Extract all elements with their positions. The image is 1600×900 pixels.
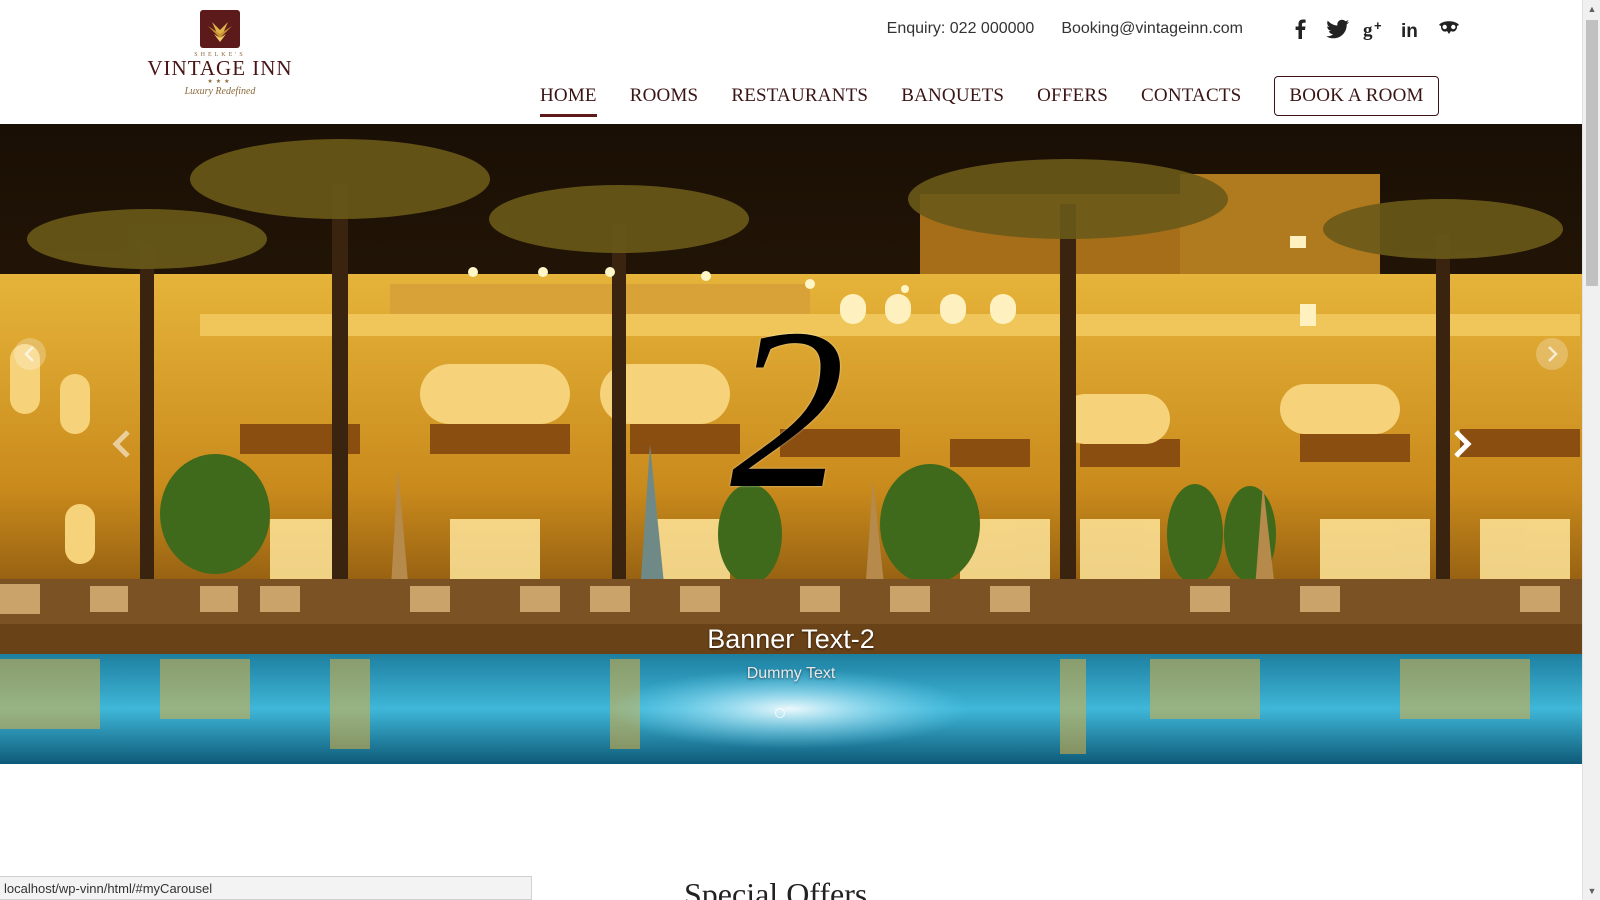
special-offers-heading: Special Offers	[684, 876, 868, 900]
caption-subtitle: Dummy Text	[746, 665, 836, 682]
scroll-up-arrow-icon[interactable]: ▲	[1583, 0, 1600, 18]
logo[interactable]: SHELKE'S VINTAGE INN ★★★ Luxury Redefine…	[140, 10, 300, 114]
page: SHELKE'S VINTAGE INN ★★★ Luxury Redefine…	[0, 0, 1600, 900]
book-a-room-button[interactable]: BOOK A ROOM	[1274, 76, 1439, 116]
vertical-scrollbar[interactable]: ▲ ▼	[1582, 0, 1600, 900]
twitter-icon[interactable]	[1325, 17, 1351, 41]
enquiry-phone[interactable]: Enquiry: 022 000000	[887, 20, 1035, 38]
carousel-next-chevron-icon[interactable]	[1446, 424, 1476, 464]
nav-item-rooms[interactable]: ROOMS	[630, 77, 699, 115]
carousel-indicator[interactable]	[775, 708, 785, 718]
booking-email[interactable]: Booking@vintageinn.com	[1061, 20, 1243, 38]
tripadvisor-icon[interactable]	[1436, 17, 1462, 41]
carousel-next-faint-button[interactable]	[1536, 338, 1568, 370]
google-plus-icon[interactable]: g +	[1362, 17, 1388, 41]
nav-item-offers[interactable]: OFFERS	[1037, 77, 1108, 115]
site-header: SHELKE'S VINTAGE INN ★★★ Luxury Redefine…	[0, 0, 1582, 124]
hero-carousel: 2 Banner Text-2 Dummy Text	[0, 124, 1582, 764]
svg-text:+: +	[1374, 18, 1382, 33]
facebook-icon[interactable]	[1288, 17, 1314, 41]
nav-item-contacts[interactable]: CONTACTS	[1141, 77, 1241, 115]
linkedin-icon[interactable]: in	[1399, 17, 1425, 41]
carousel-prev-chevron-icon[interactable]	[108, 424, 138, 464]
contact-bar: Enquiry: 022 000000 Booking@vintageinn.c…	[887, 17, 1462, 41]
nav-item-home[interactable]: HOME	[540, 77, 597, 117]
nav-item-restaurants[interactable]: RESTAURANTS	[731, 77, 868, 115]
slide-number: 2	[730, 281, 845, 536]
logo-name: VINTAGE INN	[147, 56, 293, 80]
scrollbar-thumb[interactable]	[1586, 20, 1598, 286]
logo-emblem-icon	[200, 10, 240, 48]
carousel-caption: Banner Text-2 Dummy Text	[0, 624, 1582, 683]
svg-text:g: g	[1363, 20, 1373, 41]
social-links: g + in	[1277, 17, 1462, 41]
svg-text:in: in	[1401, 21, 1418, 41]
main-nav: HOME ROOMS RESTAURANTS BANQUETS OFFERS C…	[540, 76, 1439, 117]
logo-tagline: Luxury Redefined	[184, 86, 256, 97]
carousel-prev-faint-button[interactable]	[14, 338, 46, 370]
browser-status-url: localhost/wp-vinn/html/#myCarousel	[0, 876, 532, 900]
nav-item-banquets[interactable]: BANQUETS	[901, 77, 1004, 115]
caption-title: Banner Text-2	[707, 624, 875, 654]
scroll-down-arrow-icon[interactable]: ▼	[1583, 882, 1600, 900]
